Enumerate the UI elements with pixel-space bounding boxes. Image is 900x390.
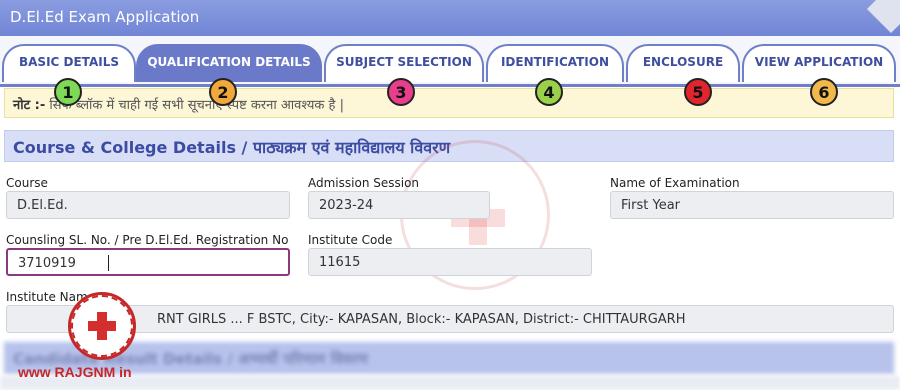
exam-name-field[interactable]: First Year: [610, 191, 894, 219]
tab-identification[interactable]: IDENTIFICATION: [486, 44, 624, 82]
tab-label: IDENTIFICATION: [500, 55, 610, 69]
institute-name-field[interactable]: RNT GIRLS ... F BSTC, City:- KAPASAN, Bl…: [6, 305, 894, 333]
step-badge-6: 6: [810, 78, 838, 106]
step-badge-4: 4: [535, 78, 563, 106]
tab-bar: BASIC DETAILS QUALIFICATION DETAILS SUBJ…: [0, 36, 900, 86]
tab-label: QUALIFICATION DETAILS: [147, 55, 311, 69]
note-text: सिर्फ ब्लॉक में चाही गई सभी सूचनाएँ स्पष…: [49, 98, 344, 113]
next-section-heading: Candidate Result Details / अभ्यर्थी परिण…: [4, 342, 894, 374]
app-title: D.El.Ed Exam Application: [10, 8, 200, 26]
logo-cross-icon: [88, 312, 116, 340]
note-banner: नोट :- सिर्फ ब्लॉक में चाही गई सभी सूचना…: [4, 88, 894, 118]
site-url: www RAJGNM in: [18, 364, 132, 380]
section-title: Course & College Details / पाठ्यक्रम एवं…: [13, 138, 451, 157]
tab-qualification-details[interactable]: QUALIFICATION DETAILS: [136, 44, 322, 82]
tab-label: ENCLOSURE: [642, 55, 724, 69]
note-prefix: नोट :-: [13, 98, 46, 113]
counseling-no-label: Counsling SL. No. / Pre D.El.Ed. Registr…: [6, 233, 289, 247]
rajgnm-logo: [68, 292, 136, 360]
institute-code-label: Institute Code: [308, 233, 393, 247]
tab-view-application[interactable]: VIEW APPLICATION: [742, 44, 896, 82]
app-titlebar: D.El.Ed Exam Application: [0, 0, 900, 36]
tab-enclosure[interactable]: ENCLOSURE: [626, 44, 740, 82]
course-field[interactable]: D.El.Ed.: [6, 191, 290, 219]
tab-label: SUBJECT SELECTION: [336, 55, 472, 69]
tab-label: BASIC DETAILS: [19, 55, 119, 69]
tab-basic-details[interactable]: BASIC DETAILS: [2, 44, 136, 82]
text-cursor: [108, 255, 109, 271]
course-label: Course: [6, 176, 48, 190]
step-badge-3: 3: [387, 78, 415, 106]
step-badge-2: 2: [209, 78, 237, 106]
tab-label: VIEW APPLICATION: [754, 55, 884, 69]
tab-underline: [0, 84, 900, 87]
tab-subject-selection[interactable]: SUBJECT SELECTION: [324, 44, 484, 82]
admission-session-field[interactable]: 2023-24: [308, 191, 490, 219]
institute-code-field[interactable]: 11615: [308, 248, 592, 276]
blurred-content: [0, 376, 900, 390]
exam-name-label: Name of Examination: [610, 176, 740, 190]
step-badge-1: 1: [54, 78, 82, 106]
counseling-no-input[interactable]: 3710919: [6, 248, 290, 276]
step-badge-5: 5: [684, 78, 712, 106]
admission-session-label: Admission Session: [308, 176, 420, 190]
